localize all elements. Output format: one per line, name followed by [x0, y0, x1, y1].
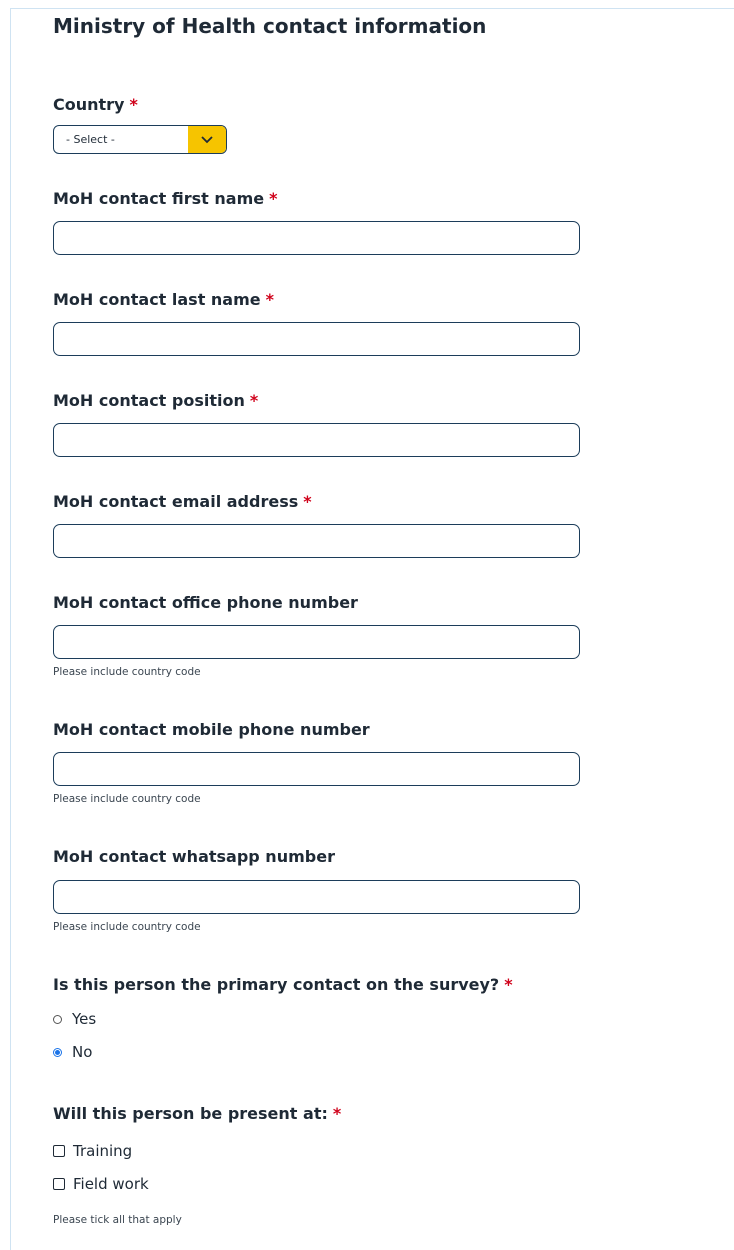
position-label-text: MoH contact position [53, 391, 245, 410]
country-select-value: - Select - [66, 133, 115, 146]
required-marker: * [332, 1104, 342, 1123]
radio-no-label: No [72, 1043, 93, 1061]
chevron-down-icon [201, 135, 213, 143]
checkbox-training[interactable] [53, 1145, 65, 1157]
office-phone-hint: Please include country code [53, 666, 201, 678]
checkbox-field-work[interactable] [53, 1178, 65, 1190]
email-label-text: MoH contact email address [53, 492, 299, 511]
radio-yes-label: Yes [72, 1010, 97, 1028]
mobile-phone-input[interactable] [53, 752, 580, 786]
primary-contact-label: Is this person the primary contact on th… [53, 975, 513, 994]
presence-label: Will this person be present at: * [53, 1104, 341, 1123]
email-input[interactable] [53, 524, 580, 558]
primary-contact-option-yes[interactable]: Yes [53, 1010, 96, 1028]
primary-contact-option-no[interactable]: No [53, 1043, 92, 1061]
checkbox-field-work-label: Field work [73, 1175, 149, 1193]
first-name-label: MoH contact first name * [53, 189, 277, 208]
last-name-label-text: MoH contact last name [53, 290, 261, 309]
presence-hint: Please tick all that apply [53, 1214, 182, 1226]
last-name-label: MoH contact last name * [53, 290, 274, 309]
mobile-phone-hint: Please include country code [53, 793, 201, 805]
form-frame-left-border [10, 8, 11, 1250]
presence-option-training[interactable]: Training [53, 1142, 132, 1160]
country-label: Country * [53, 95, 138, 114]
checkbox-training-label: Training [73, 1142, 133, 1160]
email-label: MoH contact email address * [53, 492, 312, 511]
required-marker: * [303, 492, 312, 511]
radio-yes[interactable] [53, 1014, 62, 1024]
presence-label-text: Will this person be present at: [53, 1104, 328, 1123]
position-input[interactable] [53, 423, 580, 457]
radio-no[interactable] [53, 1047, 62, 1057]
whatsapp-label: MoH contact whatsapp number [53, 847, 335, 866]
required-marker: * [265, 290, 274, 309]
office-phone-label-text: MoH contact office phone number [53, 593, 358, 612]
required-marker: * [249, 391, 259, 410]
office-phone-label: MoH contact office phone number [53, 593, 358, 612]
form-frame-top-border [10, 8, 734, 9]
whatsapp-label-text: MoH contact whatsapp number [53, 847, 335, 866]
first-name-label-text: MoH contact first name [53, 189, 265, 208]
presence-option-field-work[interactable]: Field work [53, 1175, 149, 1193]
last-name-input[interactable] [53, 322, 580, 356]
first-name-input[interactable] [53, 221, 580, 255]
whatsapp-input[interactable] [53, 880, 580, 914]
country-select[interactable]: - Select - [53, 125, 227, 154]
primary-contact-label-text: Is this person the primary contact on th… [53, 975, 500, 994]
country-select-toggle[interactable] [188, 126, 226, 153]
office-phone-input[interactable] [53, 625, 580, 659]
country-label-text: Country [53, 95, 125, 114]
required-marker: * [504, 975, 513, 994]
section-title: Ministry of Health contact information [53, 14, 487, 38]
mobile-phone-label-text: MoH contact mobile phone number [53, 720, 370, 739]
mobile-phone-label: MoH contact mobile phone number [53, 720, 370, 739]
position-label: MoH contact position * [53, 391, 258, 410]
whatsapp-hint: Please include country code [53, 921, 201, 933]
required-marker: * [269, 189, 278, 208]
required-marker: * [129, 95, 138, 114]
